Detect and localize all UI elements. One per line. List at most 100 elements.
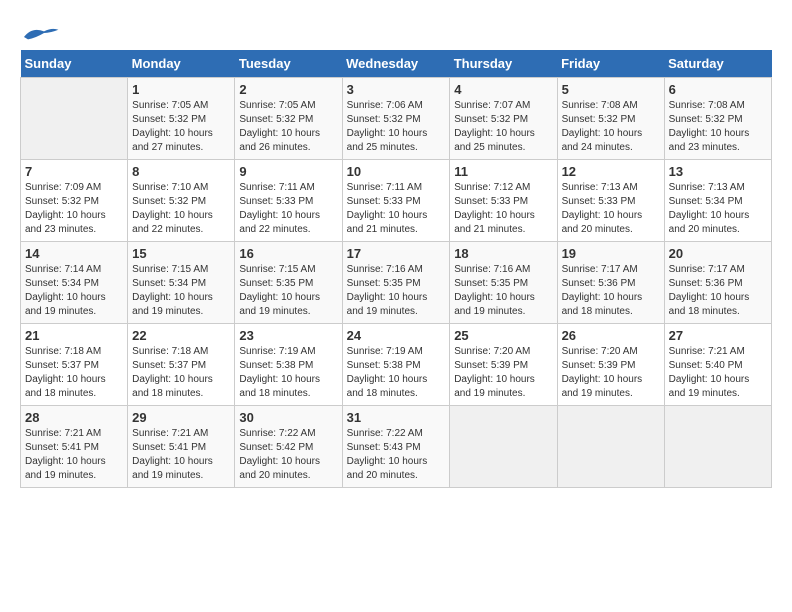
day-number: 28 — [25, 410, 123, 425]
calendar-week: 14 Sunrise: 7:14 AM Sunset: 5:34 PM Dayli… — [21, 242, 772, 324]
day-number: 11 — [454, 164, 552, 179]
calendar-cell: 2Sunrise: 7:05 AM Sunset: 5:32 PM Daylig… — [235, 78, 342, 160]
calendar-week: 1 Sunrise: 7:05 AM Sunset: 5:32 PM Daylig… — [21, 78, 772, 160]
calendar-cell: 20 Sunrise: 7:17 AM Sunset: 5:36 PM Dayli… — [664, 242, 771, 324]
calendar-cell: 11 Sunrise: 7:12 AM Sunset: 5:33 PM Dayli… — [450, 160, 557, 242]
day-number: 24 — [347, 328, 446, 343]
calendar-cell: 31 Sunrise: 7:22 AM Sunset: 5:43 PM Dayli… — [342, 406, 450, 488]
page-header — [20, 20, 772, 40]
day-info: Sunrise: 7:14 AM Sunset: 5:34 PM Dayligh… — [25, 263, 123, 319]
day-number: 23 — [239, 328, 337, 343]
day-number: 10 — [347, 164, 446, 179]
calendar-cell: 22 Sunrise: 7:18 AM Sunset: 5:37 PM Dayli… — [128, 324, 235, 406]
calendar-cell — [557, 406, 664, 488]
day-number: 8 — [132, 164, 230, 179]
day-info: Sunrise: 7:16 AM Sunset: 5:35 PM Dayligh… — [347, 263, 446, 319]
calendar-cell: 30Sunrise: 7:22 AM Sunset: 5:42 PM Dayli… — [235, 406, 342, 488]
day-info: Sunrise: 7:09 AM Sunset: 5:32 PM Dayligh… — [25, 181, 123, 237]
day-info: Sunrise: 7:08 AM Sunset: 5:32 PM Dayligh… — [669, 99, 767, 155]
calendar-cell: 13Sunrise: 7:13 AM Sunset: 5:34 PM Dayli… — [664, 160, 771, 242]
day-info: Sunrise: 7:08 AM Sunset: 5:32 PM Dayligh… — [562, 99, 660, 155]
day-number: 6 — [669, 82, 767, 97]
day-number: 15 — [132, 246, 230, 261]
calendar-week: 21 Sunrise: 7:18 AM Sunset: 5:37 PM Dayli… — [21, 324, 772, 406]
day-number: 22 — [132, 328, 230, 343]
day-number: 31 — [347, 410, 446, 425]
calendar-cell: 4 Sunrise: 7:07 AM Sunset: 5:32 PM Daylig… — [450, 78, 557, 160]
day-number: 27 — [669, 328, 767, 343]
calendar-cell: 1 Sunrise: 7:05 AM Sunset: 5:32 PM Daylig… — [128, 78, 235, 160]
day-info: Sunrise: 7:10 AM Sunset: 5:32 PM Dayligh… — [132, 181, 230, 237]
day-info: Sunrise: 7:20 AM Sunset: 5:39 PM Dayligh… — [454, 345, 552, 401]
calendar-cell: 12 Sunrise: 7:13 AM Sunset: 5:33 PM Dayli… — [557, 160, 664, 242]
logo — [20, 20, 60, 40]
day-info: Sunrise: 7:19 AM Sunset: 5:38 PM Dayligh… — [347, 345, 446, 401]
day-info: Sunrise: 7:17 AM Sunset: 5:36 PM Dayligh… — [562, 263, 660, 319]
day-number: 7 — [25, 164, 123, 179]
calendar-cell: 17 Sunrise: 7:16 AM Sunset: 5:35 PM Dayli… — [342, 242, 450, 324]
calendar-cell: 26 Sunrise: 7:20 AM Sunset: 5:39 PM Dayli… — [557, 324, 664, 406]
day-number: 1 — [132, 82, 230, 97]
day-info: Sunrise: 7:05 AM Sunset: 5:32 PM Dayligh… — [132, 99, 230, 155]
calendar-cell: 16 Sunrise: 7:15 AM Sunset: 5:35 PM Dayli… — [235, 242, 342, 324]
weekday-header: Sunday — [21, 50, 128, 78]
calendar-cell: 15 Sunrise: 7:15 AM Sunset: 5:34 PM Dayli… — [128, 242, 235, 324]
calendar-cell: 27Sunrise: 7:21 AM Sunset: 5:40 PM Dayli… — [664, 324, 771, 406]
day-number: 26 — [562, 328, 660, 343]
calendar-cell: 9 Sunrise: 7:11 AM Sunset: 5:33 PM Daylig… — [235, 160, 342, 242]
day-number: 16 — [239, 246, 337, 261]
day-number: 14 — [25, 246, 123, 261]
day-number: 18 — [454, 246, 552, 261]
weekday-header: Wednesday — [342, 50, 450, 78]
calendar-cell: 21Sunrise: 7:18 AM Sunset: 5:37 PM Dayli… — [21, 324, 128, 406]
day-info: Sunrise: 7:12 AM Sunset: 5:33 PM Dayligh… — [454, 181, 552, 237]
day-info: Sunrise: 7:18 AM Sunset: 5:37 PM Dayligh… — [132, 345, 230, 401]
weekday-header: Friday — [557, 50, 664, 78]
day-info: Sunrise: 7:13 AM Sunset: 5:34 PM Dayligh… — [669, 181, 767, 237]
day-info: Sunrise: 7:07 AM Sunset: 5:32 PM Dayligh… — [454, 99, 552, 155]
day-number: 4 — [454, 82, 552, 97]
calendar-cell: 6 Sunrise: 7:08 AM Sunset: 5:32 PM Daylig… — [664, 78, 771, 160]
day-number: 25 — [454, 328, 552, 343]
day-number: 9 — [239, 164, 337, 179]
day-info: Sunrise: 7:21 AM Sunset: 5:41 PM Dayligh… — [132, 427, 230, 483]
calendar-cell — [21, 78, 128, 160]
day-info: Sunrise: 7:06 AM Sunset: 5:32 PM Dayligh… — [347, 99, 446, 155]
day-info: Sunrise: 7:22 AM Sunset: 5:43 PM Dayligh… — [347, 427, 446, 483]
calendar-cell — [450, 406, 557, 488]
day-number: 12 — [562, 164, 660, 179]
calendar-cell: 7 Sunrise: 7:09 AM Sunset: 5:32 PM Daylig… — [21, 160, 128, 242]
calendar-week: 7 Sunrise: 7:09 AM Sunset: 5:32 PM Daylig… — [21, 160, 772, 242]
calendar-cell: 8 Sunrise: 7:10 AM Sunset: 5:32 PM Daylig… — [128, 160, 235, 242]
day-info: Sunrise: 7:11 AM Sunset: 5:33 PM Dayligh… — [239, 181, 337, 237]
calendar-cell: 18 Sunrise: 7:16 AM Sunset: 5:35 PM Dayli… — [450, 242, 557, 324]
calendar-cell: 19 Sunrise: 7:17 AM Sunset: 5:36 PM Dayli… — [557, 242, 664, 324]
day-info: Sunrise: 7:16 AM Sunset: 5:35 PM Dayligh… — [454, 263, 552, 319]
weekday-header: Saturday — [664, 50, 771, 78]
calendar-cell: 28 Sunrise: 7:21 AM Sunset: 5:41 PM Dayli… — [21, 406, 128, 488]
day-number: 21 — [25, 328, 123, 343]
day-number: 17 — [347, 246, 446, 261]
day-info: Sunrise: 7:20 AM Sunset: 5:39 PM Dayligh… — [562, 345, 660, 401]
day-info: Sunrise: 7:21 AM Sunset: 5:41 PM Dayligh… — [25, 427, 123, 483]
calendar-cell: 29Sunrise: 7:21 AM Sunset: 5:41 PM Dayli… — [128, 406, 235, 488]
day-info: Sunrise: 7:15 AM Sunset: 5:34 PM Dayligh… — [132, 263, 230, 319]
day-info: Sunrise: 7:11 AM Sunset: 5:33 PM Dayligh… — [347, 181, 446, 237]
day-info: Sunrise: 7:05 AM Sunset: 5:32 PM Dayligh… — [239, 99, 337, 155]
day-number: 5 — [562, 82, 660, 97]
day-number: 3 — [347, 82, 446, 97]
day-number: 19 — [562, 246, 660, 261]
day-info: Sunrise: 7:17 AM Sunset: 5:36 PM Dayligh… — [669, 263, 767, 319]
day-info: Sunrise: 7:15 AM Sunset: 5:35 PM Dayligh… — [239, 263, 337, 319]
calendar-cell: 14 Sunrise: 7:14 AM Sunset: 5:34 PM Dayli… — [21, 242, 128, 324]
calendar-cell — [664, 406, 771, 488]
day-number: 30 — [239, 410, 337, 425]
day-number: 20 — [669, 246, 767, 261]
calendar-cell: 24 Sunrise: 7:19 AM Sunset: 5:38 PM Dayli… — [342, 324, 450, 406]
calendar-body: 1 Sunrise: 7:05 AM Sunset: 5:32 PM Daylig… — [21, 78, 772, 488]
day-info: Sunrise: 7:13 AM Sunset: 5:33 PM Dayligh… — [562, 181, 660, 237]
calendar-cell: 3 Sunrise: 7:06 AM Sunset: 5:32 PM Daylig… — [342, 78, 450, 160]
calendar-cell: 23Sunrise: 7:19 AM Sunset: 5:38 PM Dayli… — [235, 324, 342, 406]
calendar-table: SundayMondayTuesdayWednesdayThursdayFrid… — [20, 50, 772, 488]
calendar-cell: 25 Sunrise: 7:20 AM Sunset: 5:39 PM Dayli… — [450, 324, 557, 406]
